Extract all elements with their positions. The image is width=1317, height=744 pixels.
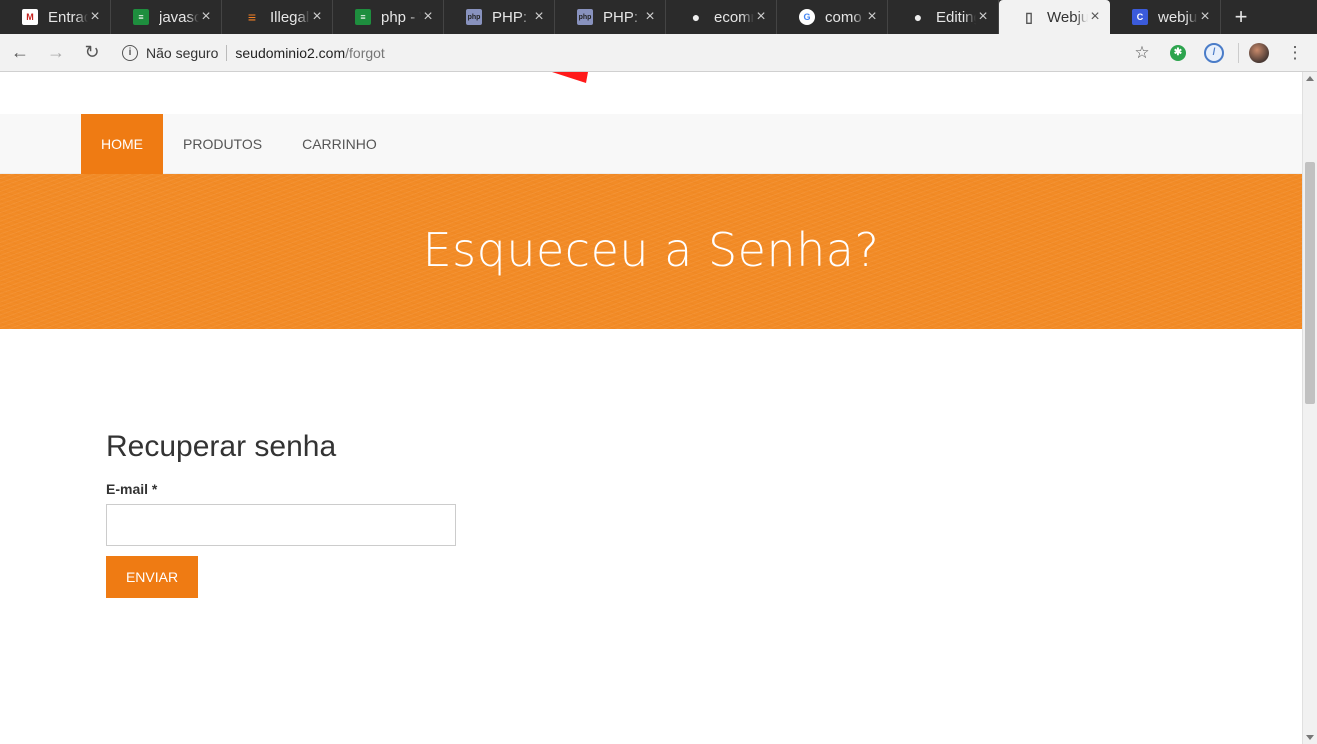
bookmark-star-button[interactable]: ☆ [1126, 37, 1158, 69]
sheets-icon: ≡ [355, 9, 371, 25]
security-label: Não seguro [146, 44, 219, 61]
nav-item-carrinho[interactable]: CARRINHO [282, 114, 397, 174]
tab-label: PHP: ar [492, 8, 532, 26]
tab-label: ecomm [714, 8, 754, 26]
browser-tab[interactable]: ≡ Illegal × [222, 0, 333, 34]
browser-tab[interactable]: M Entrada× [0, 0, 111, 34]
close-icon[interactable]: × [532, 8, 546, 26]
page-viewport: HOME PRODUTOS CARRINHO Esqueceu a Senha? R… [0, 72, 1302, 744]
stackoverflow-icon: ≡ [247, 9, 257, 25]
form-heading: Recuperar senha [106, 430, 337, 463]
scroll-down-icon[interactable] [1306, 735, 1314, 740]
nav-item-produtos[interactable]: PRODUTOS [163, 114, 282, 174]
recover-password-form: Recuperar senha E-mail * ENVIAR [106, 430, 706, 598]
close-icon[interactable]: × [199, 8, 213, 26]
close-icon[interactable]: × [976, 8, 990, 26]
tab-label: como t [825, 8, 865, 26]
address-bar[interactable]: i Não seguro seudominio2.com/forgot [122, 38, 1122, 68]
github-icon: ● [913, 9, 923, 25]
browser-tab[interactable]: ● Editing× [888, 0, 999, 34]
tab-label: php - W [381, 8, 421, 26]
browser-tab-strip: MEntrada×≡javascript×≡Illegal×≡php - W×p… [0, 0, 1317, 34]
address-divider [226, 44, 228, 61]
toolbar-divider [1238, 42, 1239, 63]
tab-label: webjur [1158, 8, 1198, 26]
profile-button[interactable] [1243, 37, 1275, 69]
back-button[interactable]: ← [4, 37, 36, 69]
tab-list: MEntrada×≡javascript×≡Illegal×≡php - W×p… [0, 0, 1221, 34]
browser-tab[interactable]: php PHP: fo× [555, 0, 666, 34]
forward-button[interactable]: → [40, 37, 72, 69]
browser-tab[interactable]: php PHP: ar× [444, 0, 555, 34]
nav-item-home[interactable]: HOME [81, 114, 163, 174]
tab-label: Editing [936, 8, 976, 26]
browser-tab[interactable]: ● ecomm× [666, 0, 777, 34]
close-icon[interactable]: × [1088, 8, 1102, 26]
page-banner: Esqueceu a Senha? [0, 174, 1302, 329]
new-tab-button[interactable]: + [1221, 0, 1261, 34]
url-host: seudominio2.com [235, 44, 346, 61]
close-icon[interactable]: × [1198, 8, 1212, 26]
browser-tab[interactable]: Gcomo t× [777, 0, 888, 34]
extension-button[interactable]: ✱ [1162, 37, 1194, 69]
arrow-right-icon: → [47, 42, 65, 62]
page-icon: ▯ [1025, 8, 1033, 25]
close-icon[interactable]: × [310, 8, 324, 26]
info-icon[interactable]: i [122, 44, 138, 61]
tab-label: Illegal [270, 8, 310, 26]
reload-icon: ↻ [84, 42, 100, 62]
main-navigation: HOME PRODUTOS CARRINHO [0, 114, 1302, 174]
browser-toolbar: ← → ↻ i Não seguro seudominio2.com/forgo… [0, 34, 1317, 72]
url-path: /forgot [345, 44, 385, 61]
close-icon[interactable]: × [865, 8, 879, 26]
nav-list: HOME PRODUTOS CARRINHO [81, 114, 1302, 174]
menu-button[interactable]: ⋮ [1279, 37, 1311, 69]
close-icon[interactable]: × [88, 8, 102, 26]
submit-button[interactable]: ENVIAR [106, 556, 198, 598]
tab-label: PHP: fo [603, 8, 643, 26]
extension-button-2[interactable]: / [1198, 37, 1230, 69]
page-title: Esqueceu a Senha? [422, 222, 880, 277]
tab-label: Webju [1047, 8, 1088, 26]
php-icon: php [466, 9, 482, 25]
kebab-menu-icon: ⋮ [1286, 42, 1304, 62]
browser-tab[interactable]: Cwebjur × [1110, 0, 1221, 34]
browser-tab[interactable]: ≡ php - W× [333, 0, 444, 34]
scroll-up-icon[interactable] [1306, 76, 1314, 81]
logo-fragment [552, 72, 588, 83]
close-icon[interactable]: × [421, 8, 435, 26]
avatar [1249, 42, 1269, 63]
extension-circle-icon: / [1204, 42, 1224, 63]
tab-label: Entrada [48, 8, 88, 26]
close-icon[interactable]: × [643, 8, 657, 26]
puzzle-extension-icon: ✱ [1170, 44, 1186, 61]
google-icon: G [799, 9, 815, 25]
arrow-left-icon: ← [11, 42, 29, 62]
sheets-icon: ≡ [133, 9, 149, 25]
browser-tab[interactable]: ▯ Webju × [999, 0, 1110, 34]
browser-tab[interactable]: ≡ javascript× [111, 0, 222, 34]
email-field[interactable] [106, 504, 456, 546]
gmail-icon: M [22, 9, 38, 25]
reload-button[interactable]: ↻ [76, 37, 108, 69]
email-label: E-mail * [106, 481, 158, 497]
close-icon[interactable]: × [754, 8, 768, 26]
github-icon: ● [691, 9, 701, 25]
star-icon: ☆ [1134, 42, 1150, 62]
scrollbar-thumb[interactable] [1305, 162, 1315, 404]
page-scrollbar[interactable] [1302, 72, 1317, 744]
php-icon: php [577, 9, 593, 25]
tab-label: javascript [159, 8, 199, 26]
site-icon: C [1132, 9, 1148, 25]
